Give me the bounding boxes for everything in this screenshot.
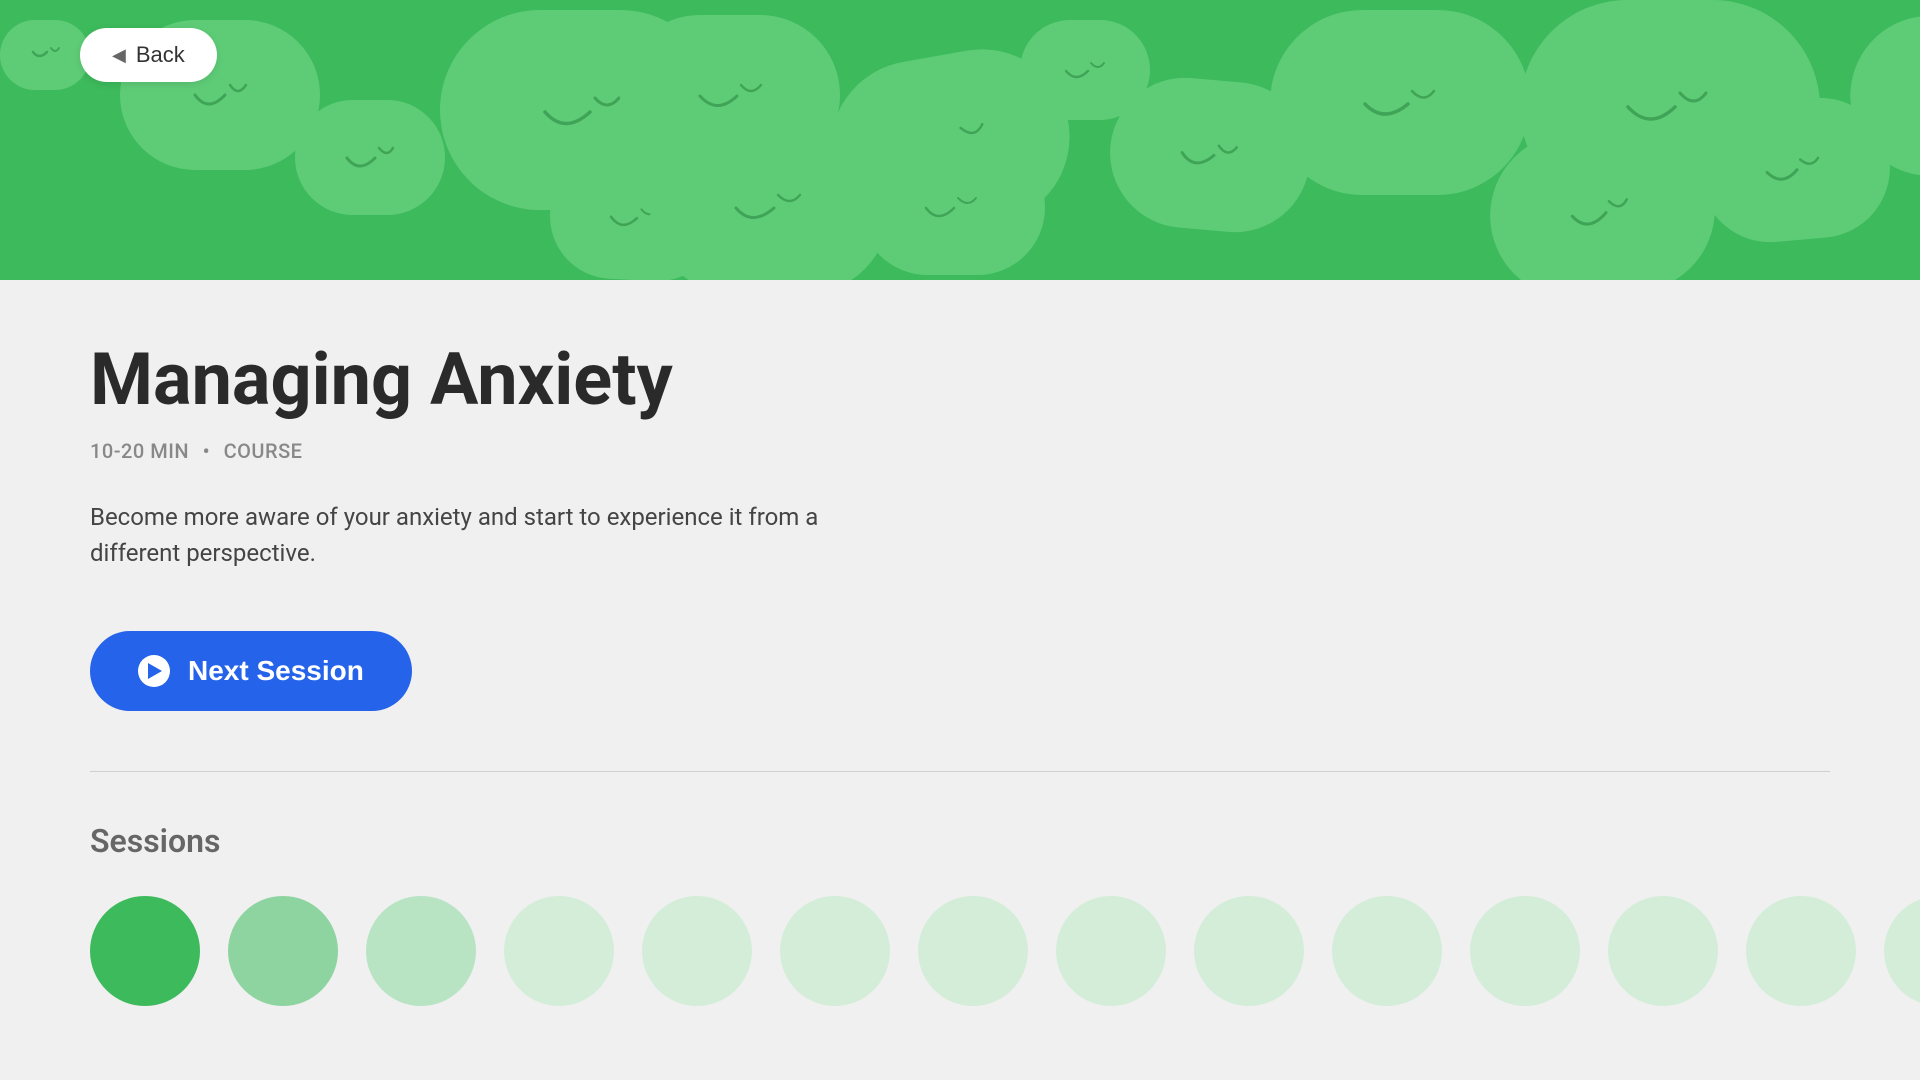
back-button-label: Back: [136, 42, 185, 68]
blob-1: [0, 20, 90, 90]
session-circle-8[interactable]: [1056, 896, 1166, 1006]
sessions-heading: Sessions: [90, 822, 1830, 860]
play-triangle-icon: [148, 663, 162, 679]
content-area: Managing Anxiety 10-20 MIN • COURSE Beco…: [0, 280, 1920, 1066]
session-circle-1[interactable]: [90, 896, 200, 1006]
course-duration: 10-20 MIN: [90, 439, 189, 463]
course-type: COURSE: [224, 439, 303, 463]
session-circle-2[interactable]: [228, 896, 338, 1006]
session-circle-11[interactable]: [1470, 896, 1580, 1006]
sessions-row: [90, 896, 1830, 1006]
divider: [90, 771, 1830, 772]
back-arrow-icon: ◀: [112, 45, 126, 66]
session-circle-12[interactable]: [1608, 896, 1718, 1006]
session-circle-7[interactable]: [918, 896, 1028, 1006]
blob-3: [295, 100, 445, 215]
session-circle-14[interactable]: [1884, 896, 1920, 1006]
session-circle-9[interactable]: [1194, 896, 1304, 1006]
blob-9: [1270, 10, 1530, 195]
session-circle-5[interactable]: [642, 896, 752, 1006]
course-title: Managing Anxiety: [90, 340, 1830, 419]
next-session-label: Next Session: [188, 655, 364, 687]
hero-banner: ◀ Back: [0, 0, 1920, 280]
course-meta: 10-20 MIN • COURSE: [90, 439, 1830, 463]
blob-15: [860, 140, 1045, 275]
session-circle-13[interactable]: [1746, 896, 1856, 1006]
next-session-button[interactable]: Next Session: [90, 631, 412, 711]
blob-14: [650, 120, 890, 280]
meta-separator: •: [203, 439, 211, 463]
session-circle-3[interactable]: [366, 896, 476, 1006]
session-circle-10[interactable]: [1332, 896, 1442, 1006]
course-description: Become more aware of your anxiety and st…: [90, 499, 870, 571]
play-icon: [138, 655, 170, 687]
session-circle-6[interactable]: [780, 896, 890, 1006]
back-button[interactable]: ◀ Back: [80, 28, 217, 82]
session-circle-4[interactable]: [504, 896, 614, 1006]
